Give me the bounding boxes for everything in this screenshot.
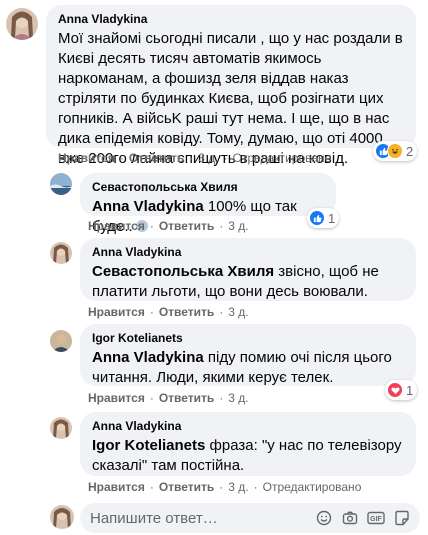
like-button[interactable]: Нравится [88,305,145,319]
comment-text: Мої знайомі сьогодні писали , що у нас р… [58,30,403,167]
avatar-igor[interactable] [50,330,72,352]
reply-actions: Нравится · Ответить · 3 д. [88,305,249,319]
reply-time[interactable]: 3 д. [228,219,248,233]
like-button[interactable]: Нравится [58,151,115,165]
reply-author[interactable]: Севастопольська Хвиля [92,180,324,195]
like-button[interactable]: Нравится [88,219,145,233]
reply-text-line: Севастопольська Хвиля звісно, щоб не пла… [92,262,404,302]
reactions-summary[interactable]: 1 [307,208,340,228]
haha-icon [387,143,403,159]
reactions-summary[interactable]: 1 [385,380,418,400]
reply-actions: Нравится · Ответить · 3 д. · Отредактировано [88,480,362,494]
reactions-summary[interactable]: 2 [373,141,418,161]
gif-icon[interactable]: GIF [364,506,388,530]
reply-author[interactable]: Anna Vladykina [92,245,404,260]
emoji-icon[interactable] [312,506,336,530]
reply-bubble: Igor Kotelianets Anna Vladykina піду пом… [80,324,416,386]
like-button[interactable]: Нравится [88,391,145,405]
like-icon [309,210,325,226]
reply-actions: Нравится · Ответить · 3 д. [88,391,249,405]
reaction-count: 1 [328,210,336,226]
reply-composer[interactable]: Напишите ответ… GIF [80,503,420,533]
reply-text-line: Igor Kotelianets фраза: "у нас по телеві… [92,436,404,476]
reply-button[interactable]: Ответить [129,151,184,165]
reply-author[interactable]: Anna Vladykina [92,419,404,434]
comment-author[interactable]: Anna Vladykina [58,12,404,27]
mention-link[interactable]: Anna Vladykina [92,349,204,366]
reply-time[interactable]: 3 д. [228,480,248,494]
mention-link[interactable]: Anna Vladykina [92,198,204,215]
comment-time[interactable]: 3 д. [198,151,218,165]
sticker-icon[interactable] [390,506,414,530]
reply-button[interactable]: Ответить [159,305,214,319]
reply-author[interactable]: Igor Kotelianets [92,331,404,346]
reply-button[interactable]: Ответить [159,219,214,233]
reply-button[interactable]: Ответить [159,391,214,405]
reply-bubble: Севастопольська Хвиля Anna Vladykina 100… [80,173,336,235]
avatar-anna[interactable] [50,417,72,439]
reply-text-line: Anna Vladykina піду помию очі після цьог… [92,348,404,388]
mention-link[interactable]: Севастопольська Хвиля [92,263,274,280]
reply-bubble: Anna Vladykina Севастопольська Хвиля зві… [80,238,416,301]
edited-label[interactable]: Отредактировано [233,151,332,165]
avatar-anna[interactable] [50,242,72,264]
reply-actions: Нравится · Ответить · 3 д. [88,219,249,233]
reply-bubble: Anna Vladykina Igor Kotelianets фраза: "… [80,412,416,476]
svg-text:GIF: GIF [370,516,382,523]
avatar-sevastopolska[interactable] [50,173,72,195]
reply-input[interactable]: Напишите ответ… [90,510,310,527]
love-icon [387,382,403,398]
current-user-avatar[interactable] [50,505,74,529]
comment-bubble: Anna Vladykina Мої знайомі сьогодні писа… [46,5,416,167]
comment-actions: Нравится · Ответить · 3 д. · Отредактировано [58,151,332,165]
reply-button[interactable]: Ответить [159,480,214,494]
like-button[interactable]: Нравится [88,480,145,494]
avatar-anna[interactable] [6,8,38,40]
reply-time[interactable]: 3 д. [228,305,248,319]
camera-icon[interactable] [338,506,362,530]
edited-label[interactable]: Отредактировано [263,480,362,494]
mention-link[interactable]: Igor Kotelianets [92,437,205,454]
reaction-count: 2 [406,143,414,159]
reaction-count: 1 [406,382,414,398]
reply-time[interactable]: 3 д. [228,391,248,405]
